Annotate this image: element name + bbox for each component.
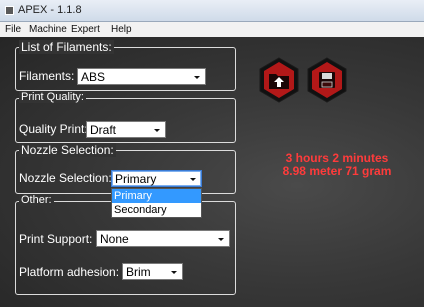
quality-print-select[interactable]: Draft — [86, 121, 166, 138]
chevron-down-icon — [154, 129, 160, 132]
title-bar: APEX - 1.1.8 — [0, 0, 424, 22]
nozzle-option-secondary[interactable]: Secondary — [112, 203, 201, 217]
nozzle-dropdown-list: Primary Secondary — [111, 188, 202, 218]
open-file-button[interactable] — [258, 57, 300, 103]
filaments-select[interactable]: ABS — [77, 68, 206, 85]
app-icon — [5, 6, 14, 15]
chevron-down-icon — [218, 238, 224, 241]
filaments-value: ABS — [81, 70, 106, 84]
nozzle-option-primary[interactable]: Primary — [112, 189, 201, 203]
save-icon — [319, 72, 335, 88]
print-quality-group-title: Print Quality: — [19, 91, 86, 103]
open-folder-icon — [269, 74, 289, 89]
print-time-estimate: 3 hours 2 minutes — [285, 151, 389, 165]
menu-expert[interactable]: Expert — [71, 24, 100, 35]
other-group-title: Other: — [19, 194, 54, 206]
filaments-label: Filaments: — [19, 69, 75, 83]
platform-adhesion-label: Platform adhesion: — [19, 265, 120, 279]
save-button[interactable] — [306, 57, 348, 103]
nozzle-group-title: Nozzle Selection: — [19, 143, 116, 157]
quality-print-label: Quality Print: — [19, 122, 88, 136]
menu-bar: File Machine Expert Help — [0, 22, 424, 37]
menu-file[interactable]: File — [5, 24, 21, 35]
menu-machine[interactable]: Machine — [29, 24, 67, 35]
chevron-down-icon — [194, 76, 200, 79]
window-title: APEX - 1.1.8 — [18, 4, 82, 16]
quality-print-value: Draft — [90, 123, 117, 137]
material-estimate: 8.98 meter 71 gram — [282, 164, 392, 178]
print-support-select[interactable]: None — [96, 230, 230, 247]
print-support-value: None — [100, 232, 129, 246]
print-support-label: Print Support: — [19, 232, 93, 246]
chevron-down-icon — [190, 178, 196, 181]
chevron-down-icon — [171, 271, 177, 274]
platform-adhesion-select[interactable]: Brim — [122, 263, 183, 280]
main-panel: List of Filaments: Filaments: ABS Print … — [0, 37, 424, 307]
nozzle-select[interactable]: Primary — [111, 170, 202, 187]
nozzle-value: Primary — [115, 172, 157, 186]
filaments-group-title: List of Filaments: — [19, 40, 114, 54]
menu-help[interactable]: Help — [111, 24, 132, 35]
platform-adhesion-value: Brim — [126, 265, 151, 279]
nozzle-label: Nozzle Selection: — [19, 171, 112, 185]
